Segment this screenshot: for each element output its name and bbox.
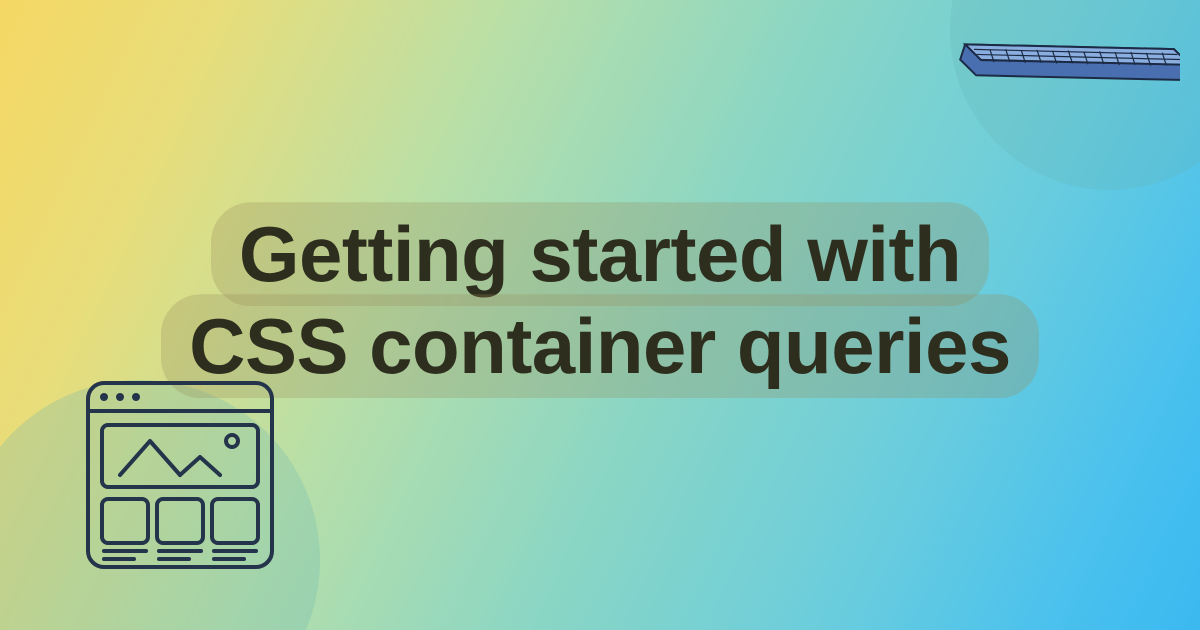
title-container: Getting started with CSS container queri… (150, 208, 1050, 392)
page-title: Getting started with CSS container queri… (161, 202, 1039, 398)
browser-window-icon (80, 375, 280, 580)
keyboard-icon (940, 10, 1180, 195)
